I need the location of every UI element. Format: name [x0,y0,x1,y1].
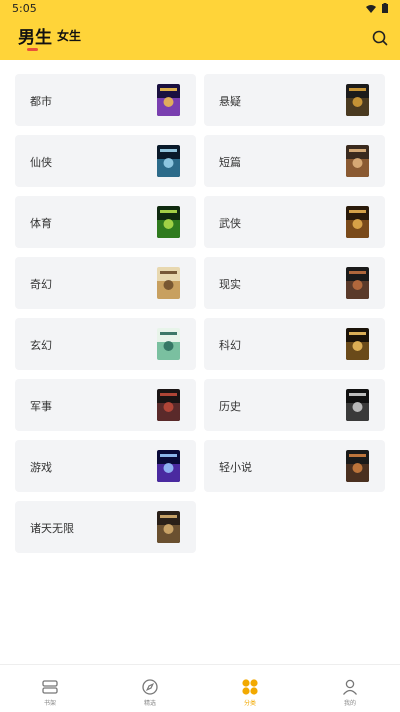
category-label: 都市 [30,95,52,108]
category-label: 武侠 [219,217,241,230]
category-label: 历史 [219,400,241,413]
category-card[interactable]: 诸天无限 [15,501,196,553]
category-label: 轻小说 [219,461,252,474]
category-cover-image [157,389,180,421]
book-cover-art [346,267,369,299]
book-cover-art [157,450,180,482]
nav-label: 分类 [243,700,256,707]
header: 男生 女生 [0,18,400,60]
category-cover-image [346,267,369,299]
category-cover-image [346,84,369,116]
bottom-nav: 书架 精选 分类 我的 [0,664,400,712]
status-icons [366,3,388,13]
book-cover-art [346,450,369,482]
category-cover-image [157,267,180,299]
wifi-icon [366,4,376,13]
category-grid: 都市 悬疑 仙侠 短篇 体育 武侠 奇幻 现实 玄幻 科幻 军事 历史 游戏 轻… [15,74,385,553]
category-label: 短篇 [219,156,241,169]
category-label: 诸天无限 [30,522,74,535]
category-card[interactable]: 科幻 [204,318,385,370]
category-label: 悬疑 [219,95,241,108]
book-cover-art [157,145,180,177]
category-cover-image [157,84,180,116]
book-cover-art [346,328,369,360]
nav-category[interactable]: 分类 [210,665,290,712]
category-card[interactable]: 现实 [204,257,385,309]
category-card[interactable]: 军事 [15,379,196,431]
book-cover-art [346,206,369,238]
category-cover-image [157,145,180,177]
category-grid-icon [242,679,258,695]
category-cover-image [346,145,369,177]
book-cover-art [157,267,180,299]
active-tab-indicator [27,48,38,51]
search-button[interactable] [370,28,390,48]
book-cover-art [346,389,369,421]
category-label: 现实 [219,278,241,291]
book-cover-art [346,145,369,177]
book-cover-art [157,511,180,543]
profile-icon [342,679,358,695]
category-card[interactable]: 奇幻 [15,257,196,309]
book-cover-art [157,84,180,116]
category-card[interactable]: 武侠 [204,196,385,248]
category-card[interactable]: 历史 [204,379,385,431]
category-label: 玄幻 [30,339,52,352]
nav-label: 我的 [343,700,356,707]
category-card[interactable]: 仙侠 [15,135,196,187]
category-cover-image [346,206,369,238]
category-card[interactable]: 轻小说 [204,440,385,492]
category-card[interactable]: 短篇 [204,135,385,187]
tab-female[interactable]: 女生 [57,27,81,44]
tab-male[interactable]: 男生 [18,23,52,48]
category-cover-image [346,389,369,421]
nav-label: 书架 [43,700,56,707]
category-label: 仙侠 [30,156,52,169]
category-cover-image [157,206,180,238]
category-label: 游戏 [30,461,52,474]
category-card[interactable]: 游戏 [15,440,196,492]
nav-bookshelf[interactable]: 书架 [10,665,90,712]
category-label: 体育 [30,217,52,230]
category-card[interactable]: 玄幻 [15,318,196,370]
book-cover-art [157,389,180,421]
category-cover-image [157,450,180,482]
status-time: 5:05 [12,2,37,15]
book-cover-art [346,84,369,116]
category-label: 军事 [30,400,52,413]
bookshelf-icon [42,680,58,694]
nav-label: 精选 [143,700,156,707]
category-cover-image [346,328,369,360]
category-cover-image [157,511,180,543]
category-cover-image [157,328,180,360]
book-cover-art [157,328,180,360]
category-card[interactable]: 悬疑 [204,74,385,126]
category-cover-image [346,450,369,482]
compass-icon [142,679,158,695]
battery-icon [382,3,388,13]
nav-profile[interactable]: 我的 [310,665,390,712]
category-card[interactable]: 都市 [15,74,196,126]
category-card[interactable]: 体育 [15,196,196,248]
book-cover-art [157,206,180,238]
status-bar: 5:05 [0,0,400,18]
category-label: 奇幻 [30,278,52,291]
search-icon [372,30,388,46]
nav-featured[interactable]: 精选 [110,665,190,712]
category-label: 科幻 [219,339,241,352]
